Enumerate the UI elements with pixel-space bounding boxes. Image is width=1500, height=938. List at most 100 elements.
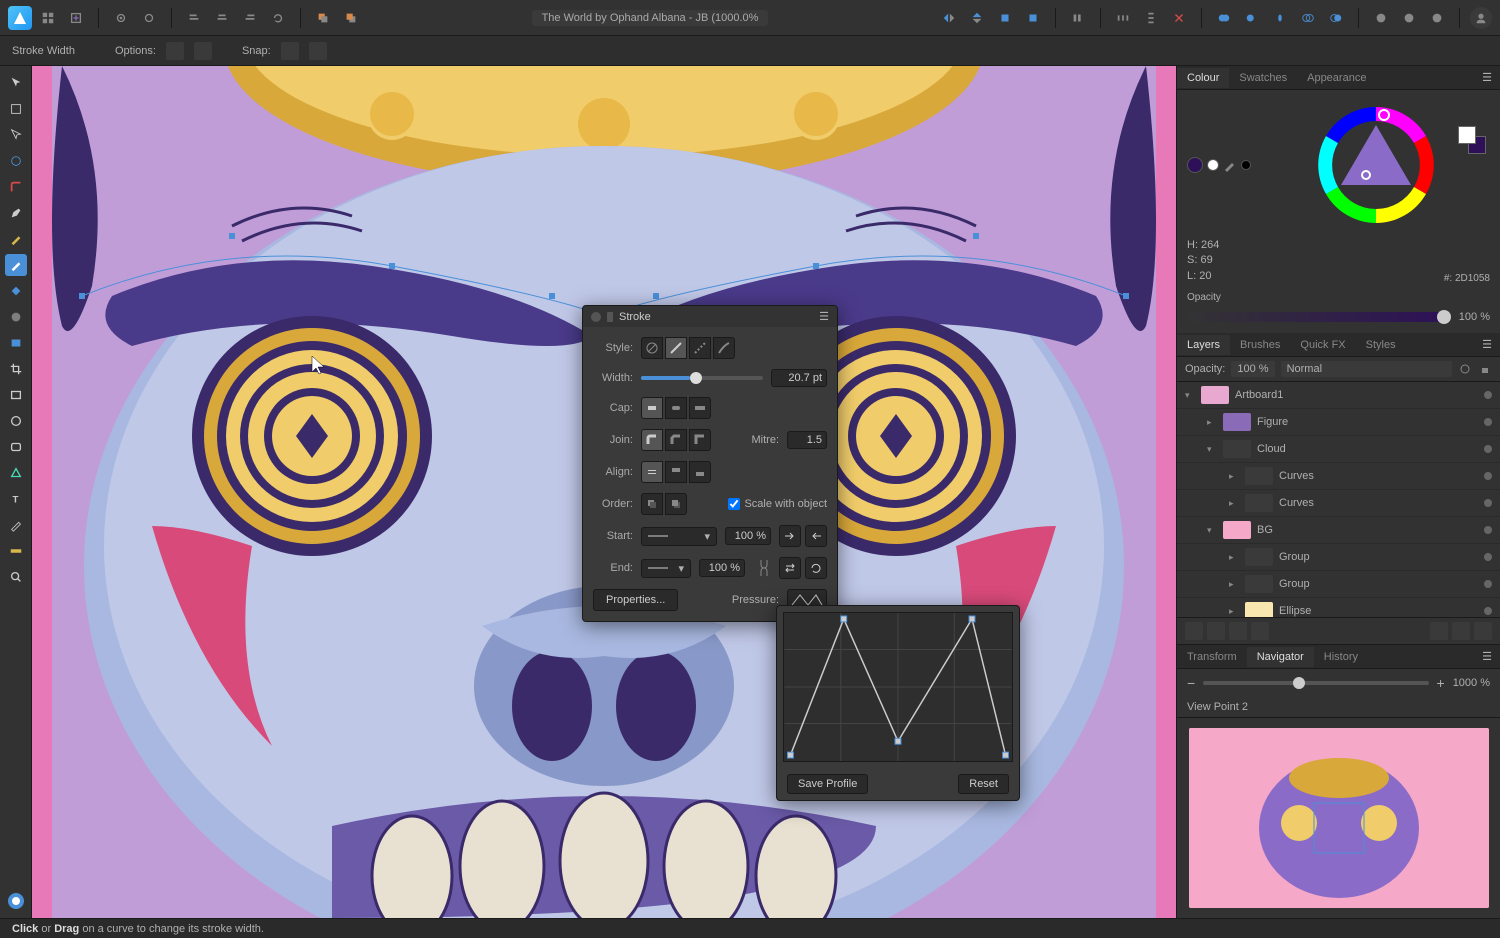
tab-styles[interactable]: Styles — [1356, 335, 1406, 355]
chevron-icon[interactable]: ▸ — [1229, 579, 1239, 590]
chevron-icon[interactable]: ▸ — [1229, 471, 1239, 482]
place-arrow-start-icon[interactable] — [779, 525, 801, 547]
zoom-tool[interactable] — [5, 566, 27, 588]
crop-tool[interactable] — [5, 358, 27, 380]
layer-row[interactable]: ▸Group — [1177, 571, 1500, 598]
cap-square-icon[interactable] — [689, 397, 711, 419]
distribute-v-icon[interactable] — [1139, 6, 1163, 30]
place-image-tool[interactable] — [5, 332, 27, 354]
transparency-tool[interactable] — [5, 306, 27, 328]
align-center-icon[interactable] — [210, 6, 234, 30]
colour-menu-icon[interactable]: ☰ — [1474, 71, 1500, 84]
link-icon[interactable] — [757, 558, 771, 578]
order-behind-icon[interactable] — [641, 493, 663, 515]
flip-horizontal-icon[interactable] — [937, 6, 961, 30]
align-panel-icon[interactable] — [1066, 6, 1090, 30]
visibility-icon[interactable] — [1484, 607, 1492, 615]
join-bevel-icon[interactable] — [665, 429, 687, 451]
start-arrow-select[interactable]: ▾ — [641, 527, 717, 546]
properties-button[interactable]: Properties... — [593, 589, 678, 611]
brush-tool[interactable] — [5, 254, 27, 276]
gear-icon[interactable] — [1458, 362, 1472, 376]
join-miter-icon[interactable] — [689, 429, 711, 451]
boolean-intersect-icon[interactable] — [1268, 6, 1292, 30]
place-arrow-end-icon[interactable] — [805, 525, 827, 547]
shape-tool[interactable] — [5, 462, 27, 484]
tab-colour[interactable]: Colour — [1177, 68, 1229, 88]
align-outside-stroke-icon[interactable] — [689, 461, 711, 483]
boolean-divide-icon[interactable] — [1324, 6, 1348, 30]
mask-layer-icon[interactable] — [1185, 622, 1203, 640]
chevron-icon[interactable]: ▾ — [1207, 525, 1217, 536]
fill-tool[interactable] — [5, 280, 27, 302]
chevron-icon[interactable]: ▾ — [1207, 444, 1217, 455]
navigator-preview[interactable] — [1189, 728, 1489, 908]
width-slider[interactable] — [641, 376, 763, 380]
lock-icon[interactable] — [1478, 362, 1492, 376]
layer-opacity-value[interactable]: 100 % — [1231, 361, 1274, 377]
align-left-icon[interactable] — [182, 6, 206, 30]
insert-target-icon[interactable] — [1369, 6, 1393, 30]
stroke-swatch[interactable] — [1187, 157, 1203, 173]
zoom-in-icon[interactable]: + — [1437, 675, 1445, 691]
pencil-tool[interactable] — [5, 228, 27, 250]
layer-row[interactable]: ▸Curves — [1177, 490, 1500, 517]
chevron-icon[interactable]: ▾ — [1185, 390, 1195, 401]
chevron-icon[interactable]: ▸ — [1207, 417, 1217, 428]
visibility-icon[interactable] — [1484, 553, 1492, 561]
visibility-icon[interactable] — [1484, 418, 1492, 426]
layer-row[interactable]: ▸Curves — [1177, 463, 1500, 490]
artboard-tool[interactable] — [5, 98, 27, 120]
layer-row[interactable]: ▾Artboard1 — [1177, 382, 1500, 409]
distribute-h-icon[interactable] — [1111, 6, 1135, 30]
chevron-icon[interactable]: ▸ — [1229, 552, 1239, 563]
drag-handle-icon[interactable] — [607, 312, 613, 322]
tab-layers[interactable]: Layers — [1177, 335, 1230, 355]
tab-brushes[interactable]: Brushes — [1230, 335, 1290, 355]
tab-navigator[interactable]: Navigator — [1247, 647, 1314, 667]
end-arrow-select[interactable]: ▾ — [641, 559, 691, 578]
visibility-icon[interactable] — [1484, 580, 1492, 588]
tab-appearance[interactable]: Appearance — [1297, 68, 1376, 88]
zoom-out-icon[interactable]: − — [1187, 675, 1195, 691]
scale-checkbox[interactable]: Scale with object — [728, 498, 827, 510]
swap-arrows-icon[interactable] — [779, 557, 801, 579]
preferences-icon[interactable] — [109, 6, 133, 30]
viewpoint-label[interactable]: View Point 2 — [1177, 697, 1500, 718]
tab-history[interactable]: History — [1314, 647, 1368, 667]
order-back-icon[interactable] — [311, 6, 335, 30]
save-profile-button[interactable]: Save Profile — [787, 774, 868, 794]
color-picker-tool[interactable] — [5, 514, 27, 536]
option-btn-2[interactable] — [194, 42, 212, 60]
account-icon[interactable] — [1470, 7, 1492, 29]
style-brush-icon[interactable] — [713, 337, 735, 359]
join-round-icon[interactable] — [641, 429, 663, 451]
add-vector-layer-icon[interactable] — [1430, 622, 1448, 640]
boolean-add-icon[interactable] — [1212, 6, 1236, 30]
align-center-stroke-icon[interactable] — [641, 461, 663, 483]
stroke-menu-icon[interactable]: ☰ — [819, 310, 829, 323]
snap-toggle-icon[interactable] — [1167, 6, 1191, 30]
snap-btn-1[interactable] — [281, 42, 299, 60]
text-tool[interactable]: T — [5, 488, 27, 510]
rounded-rect-tool[interactable] — [5, 436, 27, 458]
layer-row[interactable]: ▾BG — [1177, 517, 1500, 544]
none-swatch[interactable] — [1241, 160, 1251, 170]
adjustment-layer-icon[interactable] — [1207, 622, 1225, 640]
fx-layer-icon[interactable] — [1229, 622, 1247, 640]
cap-butt-icon[interactable] — [641, 397, 663, 419]
tab-transform[interactable]: Transform — [1177, 647, 1247, 667]
chevron-icon[interactable]: ▸ — [1229, 498, 1239, 509]
corner-tool[interactable] — [5, 176, 27, 198]
order-front-icon[interactable] — [665, 493, 687, 515]
align-inside-stroke-icon[interactable] — [665, 461, 687, 483]
pen-tool[interactable] — [5, 202, 27, 224]
chevron-icon[interactable]: ▸ — [1229, 606, 1239, 617]
visibility-icon[interactable] — [1484, 445, 1492, 453]
reset-button[interactable]: Reset — [958, 774, 1009, 794]
visibility-icon[interactable] — [1484, 391, 1492, 399]
start-size-input[interactable]: 100 % — [725, 527, 771, 545]
tag-layer-icon[interactable] — [1251, 622, 1269, 640]
rectangle-tool[interactable] — [5, 384, 27, 406]
pressure-graph[interactable] — [783, 612, 1013, 762]
